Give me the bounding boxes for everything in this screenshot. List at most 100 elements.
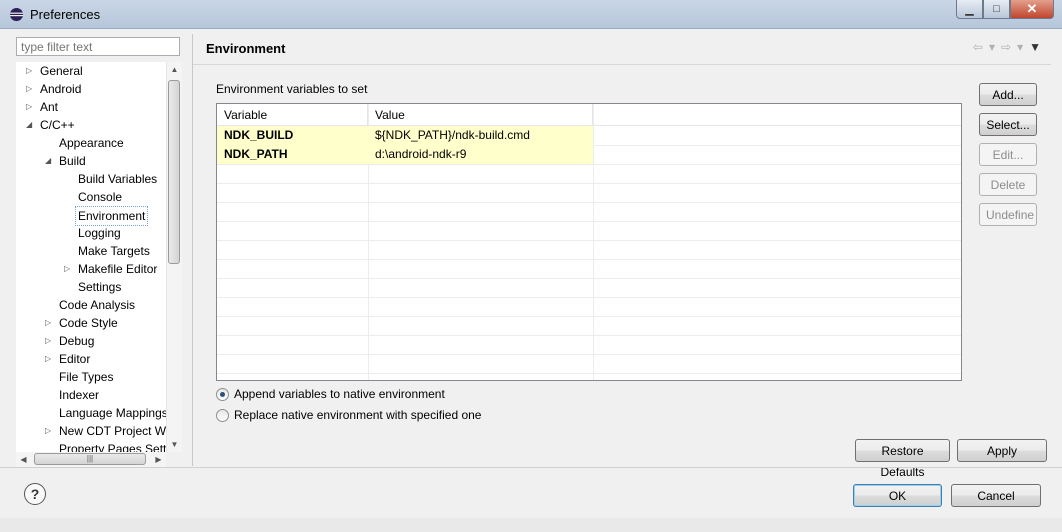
back-dropdown-icon[interactable]: ▾ bbox=[989, 40, 995, 54]
tree-item-label: Indexer bbox=[59, 388, 100, 402]
vertical-scroll-thumb[interactable] bbox=[168, 80, 180, 264]
delete-button[interactable]: Delete bbox=[979, 173, 1037, 196]
append-radio-label: Append variables to native environment bbox=[234, 387, 445, 401]
tree-item[interactable]: File Types bbox=[16, 368, 181, 386]
restore-defaults-button[interactable]: Restore Defaults bbox=[855, 439, 950, 479]
tree-item-label: Environment bbox=[75, 206, 149, 226]
expand-arrow-icon[interactable]: ▷ bbox=[45, 332, 51, 350]
tree-item[interactable]: ▷ Editor bbox=[16, 350, 181, 368]
append-radio[interactable] bbox=[216, 387, 229, 401]
tree-item[interactable]: ▷ New CDT Project Wi bbox=[16, 422, 181, 440]
tree-item[interactable]: Code Analysis bbox=[16, 296, 181, 314]
expand-arrow-icon[interactable]: ▷ bbox=[64, 260, 70, 278]
expand-arrow-icon[interactable]: ▷ bbox=[45, 350, 51, 368]
title-bar: Preferences ▁ □ ✕ bbox=[0, 0, 1062, 29]
minimize-button[interactable]: ▁ bbox=[956, 0, 983, 19]
tree-item[interactable]: ▷ Makefile Editor bbox=[16, 260, 181, 278]
table-row[interactable] bbox=[217, 335, 961, 355]
back-arrow-icon[interactable]: ⇦ bbox=[973, 40, 983, 54]
value-cell[interactable]: ${NDK_PATH}/ndk-build.cmd bbox=[368, 126, 593, 145]
tree-item-label: File Types bbox=[59, 370, 114, 384]
forward-arrow-icon[interactable]: ⇨ bbox=[1001, 40, 1011, 54]
horizontal-scroll-thumb[interactable]: ||| bbox=[34, 453, 146, 465]
table-row[interactable] bbox=[217, 297, 961, 317]
scroll-up-icon[interactable]: ▲ bbox=[167, 62, 182, 77]
collapse-arrow-icon[interactable]: ◢ bbox=[26, 116, 32, 134]
table-row[interactable] bbox=[217, 183, 961, 203]
scroll-right-icon[interactable]: ▶ bbox=[151, 452, 166, 467]
table-row[interactable] bbox=[217, 278, 961, 298]
scroll-left-icon[interactable]: ◀ bbox=[16, 452, 31, 467]
tree-item[interactable]: Property Pages Setti bbox=[16, 440, 181, 452]
tree-vertical-scrollbar[interactable]: ▲ ▼ bbox=[166, 62, 182, 452]
tree-item-label: Makefile Editor bbox=[78, 262, 158, 276]
cancel-button[interactable]: Cancel bbox=[951, 484, 1041, 507]
add-button[interactable]: Add... bbox=[979, 83, 1037, 106]
tree-item[interactable]: ▷ Debug bbox=[16, 332, 181, 350]
expand-arrow-icon[interactable]: ▷ bbox=[45, 314, 51, 332]
select-button[interactable]: Select... bbox=[979, 113, 1037, 136]
tree-item[interactable]: Settings bbox=[16, 278, 181, 296]
tree-item-label: Android bbox=[40, 82, 82, 96]
edit-button[interactable]: Edit... bbox=[979, 143, 1037, 166]
column-header-variable[interactable]: Variable bbox=[217, 104, 368, 125]
variable-cell[interactable]: NDK_BUILD bbox=[217, 126, 368, 145]
column-header-value[interactable]: Value bbox=[368, 104, 593, 125]
tree-item[interactable]: Environment bbox=[16, 206, 181, 226]
tree-item[interactable]: ▷ Code Style bbox=[16, 314, 181, 332]
filter-input[interactable] bbox=[16, 37, 180, 56]
maximize-button[interactable]: □ bbox=[983, 0, 1010, 19]
expand-arrow-icon[interactable]: ▷ bbox=[45, 422, 51, 440]
table-row[interactable] bbox=[217, 354, 961, 374]
scroll-down-icon[interactable]: ▼ bbox=[167, 437, 182, 452]
table-row[interactable]: NDK_PATH d:\android-ndk-r9 bbox=[217, 145, 961, 165]
append-radio-option[interactable]: Append variables to native environment bbox=[216, 385, 445, 403]
table-row[interactable] bbox=[217, 316, 961, 336]
apply-button[interactable]: Apply bbox=[957, 439, 1047, 462]
tree-item[interactable]: Console bbox=[16, 188, 181, 206]
tree-item[interactable]: ▷ General bbox=[16, 62, 181, 80]
tree-item[interactable]: ◢ Build bbox=[16, 152, 181, 170]
tree-item[interactable]: ◢ C/C++ bbox=[16, 116, 181, 134]
variable-cell[interactable]: NDK_PATH bbox=[217, 145, 368, 164]
table-row[interactable] bbox=[217, 221, 961, 241]
tree-item-label: Make Targets bbox=[78, 244, 150, 258]
help-icon[interactable]: ? bbox=[24, 483, 46, 505]
eclipse-icon bbox=[9, 7, 24, 22]
section-label: Environment variables to set bbox=[216, 82, 368, 96]
expand-arrow-icon[interactable]: ▷ bbox=[26, 98, 32, 116]
ok-button[interactable]: OK bbox=[853, 484, 942, 507]
value-cell[interactable]: d:\android-ndk-r9 bbox=[368, 145, 593, 164]
tree-item[interactable]: ▷ Android bbox=[16, 80, 181, 98]
tree-item-label: Debug bbox=[59, 334, 95, 348]
replace-radio-option[interactable]: Replace native environment with specifie… bbox=[216, 406, 481, 424]
close-button[interactable]: ✕ bbox=[1010, 0, 1054, 19]
table-row[interactable] bbox=[217, 164, 961, 184]
table-row[interactable] bbox=[217, 202, 961, 222]
tree-item[interactable]: ▷ Ant bbox=[16, 98, 181, 116]
tree-item[interactable]: Indexer bbox=[16, 386, 181, 404]
tree-horizontal-scrollbar[interactable]: ◀ ||| ▶ bbox=[16, 452, 166, 467]
tree-item[interactable]: Appearance bbox=[16, 134, 181, 152]
tree-item[interactable]: Build Variables bbox=[16, 170, 181, 188]
tree-item[interactable]: Make Targets bbox=[16, 242, 181, 260]
table-header: Variable Value bbox=[217, 104, 961, 126]
environment-variables-table[interactable]: Variable Value NDK_BUILD ${NDK_PATH}/ndk-… bbox=[216, 103, 962, 381]
expand-arrow-icon[interactable]: ▷ bbox=[26, 80, 32, 98]
preferences-window: Preferences ▁ □ ✕ ▷ General ▷ Android ▷ Ant ◢ C… bbox=[0, 0, 1062, 532]
table-row[interactable]: NDK_BUILD ${NDK_PATH}/ndk-build.cmd bbox=[217, 126, 961, 146]
view-menu-icon[interactable]: ▼ bbox=[1029, 40, 1041, 54]
table-row[interactable] bbox=[217, 259, 961, 279]
tree-item[interactable]: Logging bbox=[16, 224, 181, 242]
collapse-arrow-icon[interactable]: ◢ bbox=[45, 152, 51, 170]
sash-divider[interactable] bbox=[192, 34, 193, 466]
forward-dropdown-icon[interactable]: ▾ bbox=[1017, 40, 1023, 54]
page-nav-controls: ⇦ ▾ ⇨ ▾ ▼ bbox=[973, 40, 1041, 54]
tree-item[interactable]: Language Mappings bbox=[16, 404, 181, 422]
replace-radio[interactable] bbox=[216, 408, 229, 422]
table-row[interactable] bbox=[217, 240, 961, 260]
tree-item-label: Property Pages Setti bbox=[59, 442, 170, 452]
scroll-corner bbox=[166, 452, 181, 467]
undefine-button[interactable]: Undefine bbox=[979, 203, 1037, 226]
expand-arrow-icon[interactable]: ▷ bbox=[26, 62, 32, 80]
